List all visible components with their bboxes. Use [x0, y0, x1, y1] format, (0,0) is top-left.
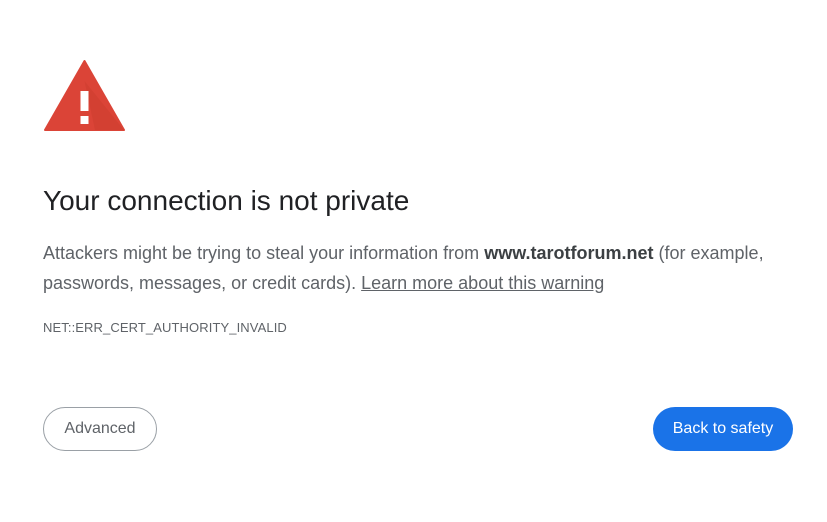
- warning-triangle-icon: [43, 59, 126, 132]
- learn-more-link[interactable]: Learn more about this warning: [361, 273, 604, 293]
- advanced-button[interactable]: Advanced: [43, 407, 157, 451]
- site-host: www.tarotforum.net: [484, 243, 654, 263]
- page-title: Your connection is not private: [43, 185, 410, 216]
- warning-message: Attackers might be trying to steal your …: [43, 238, 773, 298]
- back-to-safety-button[interactable]: Back to safety: [653, 407, 793, 451]
- message-prefix: Attackers might be trying to steal your …: [43, 243, 485, 263]
- error-code: NET::ERR_CERT_AUTHORITY_INVALID: [43, 320, 287, 335]
